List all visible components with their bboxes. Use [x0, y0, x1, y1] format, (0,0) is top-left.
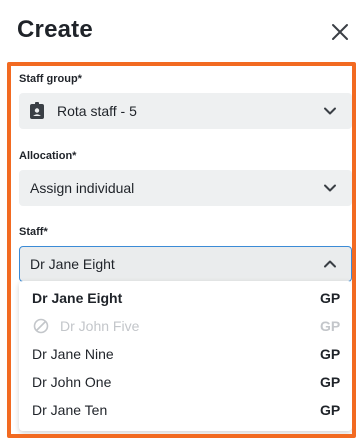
staff-value: Dr Jane Eight [30, 256, 115, 272]
staff-dropdown-list: Dr Jane Eight GP Dr John Five GP Dr Jane… [19, 281, 352, 431]
staff-option[interactable]: Dr John One GP [19, 368, 352, 396]
staff-option[interactable]: Dr Jane Ten GP [19, 396, 352, 424]
chevron-down-icon [324, 107, 336, 115]
staff-option-name: Dr John One [32, 374, 112, 390]
staff-group-label: Staff group* [19, 73, 82, 85]
dialog-title: Create [17, 16, 93, 43]
staff-option[interactable]: Dr Jane Eight GP [19, 284, 352, 312]
chevron-up-icon [324, 260, 336, 268]
allocation-label: Allocation* [19, 150, 77, 162]
staff-group-value: Rota staff - 5 [57, 103, 137, 119]
staff-option-name: Dr Jane Eight [32, 290, 123, 306]
staff-option-name: Dr Jane Nine [32, 346, 114, 362]
ban-icon [33, 318, 49, 334]
dialog-header: Create [0, 0, 362, 60]
staff-option[interactable]: Dr Jane Nine GP [19, 340, 352, 368]
staff-option-group: GP [320, 290, 341, 306]
staff-group-select[interactable]: Rota staff - 5 [19, 93, 352, 129]
id-badge-icon [30, 102, 44, 119]
staff-option-name: Dr Jane Ten [32, 402, 108, 418]
staff-option-name: Dr John Five [60, 318, 140, 334]
allocation-value: Assign individual [30, 180, 135, 196]
staff-option-group: GP [320, 346, 341, 362]
staff-select[interactable]: Dr Jane Eight [19, 246, 352, 282]
allocation-select[interactable]: Assign individual [19, 170, 352, 206]
staff-option-group: GP [320, 402, 341, 418]
staff-label: Staff* [19, 226, 48, 238]
create-form: Staff group* Rota staff - 5 Allocation* … [7, 62, 356, 438]
chevron-down-icon [324, 184, 336, 192]
staff-option-group: GP [320, 318, 341, 334]
staff-option-group: GP [320, 374, 341, 390]
staff-option-disabled: Dr John Five GP [19, 312, 352, 340]
close-button[interactable] [328, 20, 352, 44]
close-icon [332, 24, 348, 40]
